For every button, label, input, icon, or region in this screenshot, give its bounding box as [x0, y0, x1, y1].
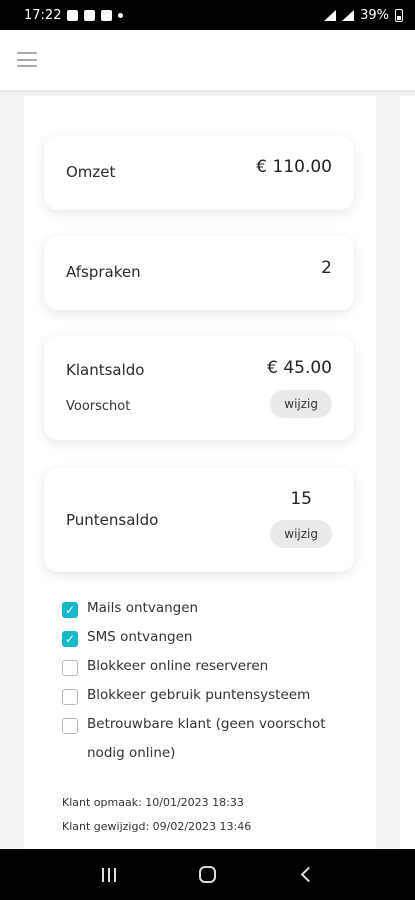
- option-block-points[interactable]: Blokkeer gebruik puntensysteem: [62, 687, 362, 710]
- puntensaldo-value: 15: [290, 489, 312, 509]
- puntensaldo-edit-button[interactable]: wijzig: [270, 520, 332, 548]
- option-trusted-client[interactable]: Betrouwbare klant (geen voorschot nodig …: [62, 716, 362, 768]
- home-icon: [198, 866, 216, 883]
- app-header: [0, 30, 415, 90]
- afspraken-label: Afspraken: [66, 263, 141, 281]
- klantsaldo-edit-button[interactable]: wijzig: [270, 390, 332, 418]
- omzet-label: Omzet: [66, 163, 116, 181]
- wifi-icon: [324, 9, 337, 21]
- client-options-list: ✓ Mails ontvangen ✓ SMS ontvangen Blokke…: [62, 600, 362, 768]
- checkbox-block-online-booking[interactable]: [62, 660, 78, 676]
- client-created-date: Klant opmaak: 10/01/2023 18:33: [62, 796, 244, 809]
- klantsaldo-label: Klantsaldo: [66, 361, 145, 379]
- battery-icon: [395, 8, 403, 22]
- omzet-card: Omzet € 110.00: [44, 136, 354, 210]
- client-modified-date: Klant gewijzigd: 09/02/2023 13:46: [62, 820, 252, 833]
- status-right: 39%: [324, 8, 403, 23]
- android-notification-icon: [101, 9, 113, 21]
- home-button[interactable]: [187, 855, 227, 895]
- option-sms[interactable]: ✓ SMS ontvangen: [62, 629, 362, 652]
- omzet-value: € 110.00: [256, 157, 332, 177]
- gallery-notification-icon: [67, 9, 79, 21]
- back-button[interactable]: [286, 855, 326, 895]
- option-block-points-label: Blokkeer gebruik puntensysteem: [87, 687, 311, 703]
- puntensaldo-card: Puntensaldo 15 wijzig: [44, 468, 354, 572]
- system-navigation-bar: [0, 849, 415, 900]
- puntensaldo-label: Puntensaldo: [66, 511, 159, 529]
- klantsaldo-card: Klantsaldo € 45.00 Voorschot wijzig: [44, 336, 354, 440]
- option-block-online-booking-label: Blokkeer online reserveren: [87, 658, 269, 674]
- afspraken-value: 2: [321, 258, 332, 278]
- option-sms-label: SMS ontvangen: [87, 629, 193, 645]
- klantsaldo-value: € 45.00: [267, 358, 332, 378]
- battery-percentage: 39%: [360, 7, 389, 23]
- option-mails[interactable]: ✓ Mails ontvangen: [62, 600, 362, 623]
- app-notification-icon: [84, 9, 96, 21]
- option-mails-label: Mails ontvangen: [87, 600, 199, 616]
- status-bar: 17:22 39%: [0, 0, 415, 30]
- signal-icon: [342, 9, 355, 21]
- side-panel-edge: [400, 96, 415, 856]
- hamburger-menu-icon[interactable]: [17, 52, 37, 67]
- recent-apps-icon: [102, 867, 117, 882]
- checkbox-sms[interactable]: ✓: [62, 631, 78, 647]
- option-trusted-client-label: Betrouwbare klant (geen voorschot nodig …: [87, 716, 326, 761]
- back-icon: [301, 866, 317, 883]
- checkbox-mails[interactable]: ✓: [62, 602, 78, 618]
- voorschot-label: Voorschot: [66, 399, 131, 414]
- option-block-online-booking[interactable]: Blokkeer online reserveren: [62, 658, 362, 681]
- more-notifications-icon: [118, 12, 124, 18]
- recent-apps-button[interactable]: [89, 855, 129, 895]
- checkbox-block-points[interactable]: [62, 689, 78, 705]
- checkbox-trusted-client[interactable]: [62, 718, 78, 734]
- afspraken-card: Afspraken 2: [44, 236, 354, 310]
- status-left: 17:22: [24, 7, 124, 23]
- status-time: 17:22: [24, 7, 62, 23]
